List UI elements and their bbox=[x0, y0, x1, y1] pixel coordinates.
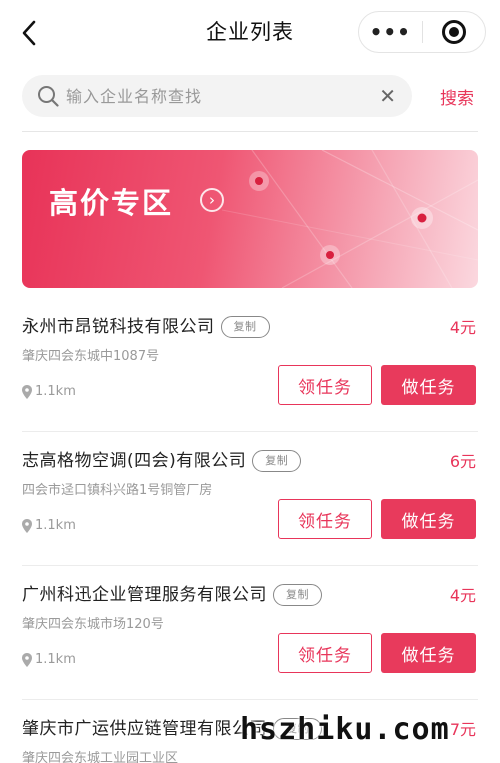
close-mini-program-button[interactable] bbox=[422, 12, 485, 52]
banner-title: 高价专区 bbox=[49, 186, 174, 220]
do-task-button[interactable]: 做任务 bbox=[381, 365, 476, 405]
distance: 1.1km bbox=[22, 652, 76, 667]
list-item: 广州科迅企业管理服务有限公司 复制 4元 肇庆四会东城市场120号 1.1km 领… bbox=[22, 566, 478, 700]
company-address: 肇庆四会东城中1087号 bbox=[22, 349, 160, 364]
take-task-button[interactable]: 领任务 bbox=[278, 365, 372, 405]
distance: 1.1km bbox=[22, 518, 76, 533]
company-address: 肇庆四会东城市场120号 bbox=[22, 617, 164, 632]
search-icon bbox=[38, 86, 59, 107]
premium-zone-banner[interactable]: 高价专区 › bbox=[22, 150, 478, 288]
distance-label: 1.1km bbox=[35, 652, 76, 667]
search-bar: ✕ 搜索 bbox=[22, 75, 478, 119]
target-icon bbox=[441, 20, 466, 44]
distance: 1.1km bbox=[22, 384, 76, 399]
reward-price: 7元 bbox=[449, 720, 476, 739]
distance-label: 1.1km bbox=[35, 518, 76, 533]
copy-tag[interactable]: 复制 bbox=[273, 584, 322, 606]
reward-price: 4元 bbox=[449, 586, 476, 605]
company-name: 志高格物空调(四会)有限公司 复制 bbox=[22, 446, 302, 472]
search-box[interactable]: ✕ bbox=[22, 75, 412, 117]
take-task-button[interactable]: 领任务 bbox=[278, 499, 372, 539]
distance-label: 1.1km bbox=[35, 384, 76, 399]
reward-price: 6元 bbox=[449, 452, 476, 471]
chevron-right-icon: › bbox=[200, 188, 224, 212]
mini-program-capsule: ••• bbox=[358, 11, 486, 53]
copy-tag[interactable]: 复制 bbox=[252, 450, 302, 472]
company-address: 肇庆四会东城工业园工业区 bbox=[22, 751, 179, 763]
company-address: 四会市迳口镇科兴路1号铜管厂房 bbox=[22, 483, 213, 498]
take-task-button[interactable]: 领任务 bbox=[278, 633, 372, 673]
do-task-button[interactable]: 做任务 bbox=[381, 633, 476, 673]
do-task-button[interactable]: 做任务 bbox=[381, 499, 476, 539]
location-pin-icon bbox=[22, 652, 32, 667]
nav-bar: 企业列表 ••• bbox=[0, 0, 500, 64]
search-button[interactable]: 搜索 bbox=[440, 84, 474, 109]
search-input[interactable] bbox=[66, 75, 366, 117]
company-name: 永州市昂锐科技有限公司 复制 bbox=[22, 312, 270, 338]
location-pin-icon bbox=[22, 384, 32, 399]
copy-tag[interactable]: 复制 bbox=[220, 316, 270, 338]
watermark: hszhiku.com bbox=[240, 712, 450, 747]
list-item: 永州市昂锐科技有限公司 复制 4元 肇庆四会东城中1087号 1.1km 领任务 … bbox=[22, 298, 478, 432]
location-pin-icon bbox=[22, 518, 32, 533]
company-name: 广州科迅企业管理服务有限公司 复制 bbox=[22, 580, 322, 606]
clear-icon[interactable]: ✕ bbox=[379, 85, 396, 107]
divider bbox=[22, 131, 478, 132]
more-icon[interactable]: ••• bbox=[359, 12, 422, 52]
reward-price: 4元 bbox=[449, 318, 476, 337]
list-item: 志高格物空调(四会)有限公司 复制 6元 四会市迳口镇科兴路1号铜管厂房 1.1k… bbox=[22, 432, 478, 566]
